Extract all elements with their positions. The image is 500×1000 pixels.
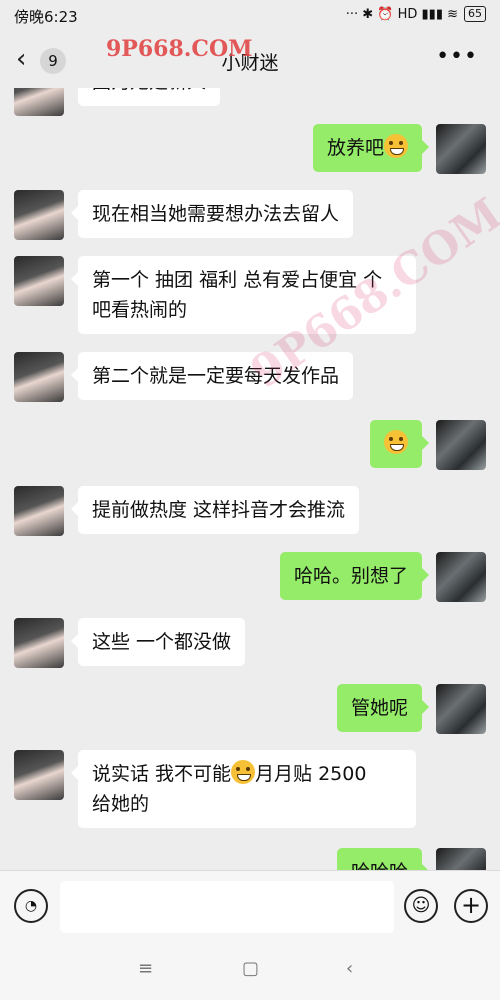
message-bubble-outgoing[interactable]: 哈哈哈 <box>336 848 430 870</box>
contact-avatar[interactable] <box>14 256 64 306</box>
plus-icon[interactable]: + <box>454 889 488 923</box>
contact-avatar[interactable] <box>14 750 64 800</box>
message-bubble-incoming[interactable]: 现在相当她需要想办法去留人 <box>70 190 354 238</box>
message-input[interactable] <box>60 881 394 933</box>
message-bubble-incoming[interactable]: 因为她是新人 <box>78 88 221 106</box>
message-text: 给她的 <box>92 793 150 815</box>
input-bar: ◔ ☺ + <box>0 870 500 943</box>
more-dots-icon[interactable]: ••• <box>436 44 478 69</box>
message-text: 说实话 我不可能 <box>92 763 232 785</box>
my-avatar[interactable] <box>436 124 486 174</box>
contact-avatar[interactable] <box>14 352 64 402</box>
message-text: 月月贴 2500 <box>255 763 367 785</box>
contact-avatar[interactable] <box>14 618 64 668</box>
menu-icon[interactable]: ≡ <box>138 958 153 979</box>
home-icon[interactable]: ▢ <box>242 958 259 979</box>
laugh-cry-emoji-icon <box>384 430 408 454</box>
battery-icon: 65 <box>464 6 486 22</box>
voice-icon[interactable]: ◔ <box>14 889 48 923</box>
back-icon[interactable]: ‹ <box>346 958 353 979</box>
contact-avatar[interactable] <box>14 486 64 536</box>
status-icons: ··· ✱ ⏰ HD ▮▮▮ ≋ 65 <box>346 6 486 22</box>
message-bubble-incoming[interactable]: 说实话 我不可能 月月贴 2500 给她的 <box>71 750 416 828</box>
my-avatar[interactable] <box>436 848 486 870</box>
system-nav-bar: ≡ ▢ ‹ <box>0 942 500 1000</box>
status-time: 傍晚6:23 <box>14 8 78 26</box>
message-text: 放养吧 <box>326 137 384 159</box>
message-bubble-outgoing[interactable]: 哈哈。别想了 <box>279 552 430 600</box>
message-bubble-outgoing[interactable]: 管她呢 <box>336 684 430 732</box>
message-bubble-incoming[interactable]: 提前做热度 这样抖音才会推流 <box>70 486 360 534</box>
status-bar: 傍晚6:23 ··· ✱ ⏰ HD ▮▮▮ ≋ 65 <box>0 0 500 32</box>
my-avatar[interactable] <box>436 420 486 470</box>
my-avatar[interactable] <box>436 552 486 602</box>
grin-emoji-icon <box>384 134 408 158</box>
laugh-cry-emoji-icon <box>231 760 256 784</box>
message-bubble-outgoing[interactable] <box>370 420 429 468</box>
contact-avatar[interactable] <box>14 190 64 240</box>
message-bubble-incoming[interactable]: 这些 一个都没做 <box>70 618 246 666</box>
my-avatar[interactable] <box>436 684 486 734</box>
status-indicator-icons: ··· ✱ ⏰ HD ▮▮▮ ≋ <box>345 6 458 22</box>
message-list[interactable]: 因为她是新人 放养吧 现在相当她需要想办法去留人 第一个 抽团 福利 总有爱占便… <box>0 88 500 870</box>
watermark-logo: 9P668.COM <box>106 36 253 62</box>
emoji-icon[interactable]: ☺ <box>404 889 438 923</box>
contact-avatar[interactable] <box>14 88 64 116</box>
message-bubble-outgoing[interactable]: 放养吧 <box>312 124 430 172</box>
